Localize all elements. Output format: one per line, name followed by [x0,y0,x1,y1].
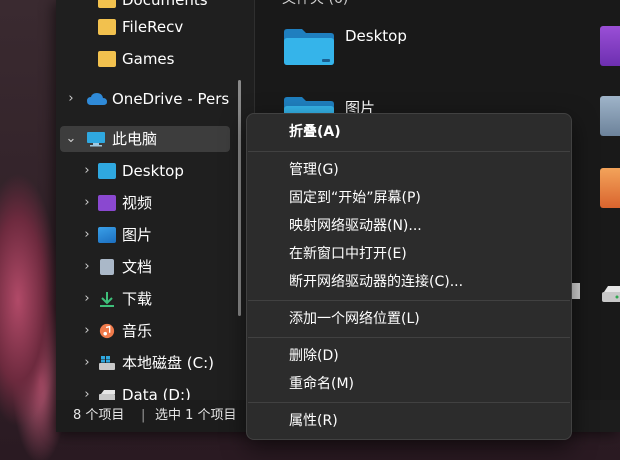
folder-label-desktop[interactable]: Desktop [345,27,407,45]
cloud-icon [87,93,107,105]
menu-item-properties[interactable]: 属性(R) [289,408,338,434]
context-menu: 折叠(A) 管理(G) 固定到“开始”屏幕(P) 映射网络驱动器(N)... 在… [246,113,572,440]
desktop-folder-icon[interactable] [282,26,336,66]
chevron-right-icon[interactable]: › [80,382,94,400]
windows-drive-icon [99,356,115,370]
nav-item-drive-d[interactable]: › Data (D:) [60,382,230,400]
music-icon [99,323,115,339]
nav-item-games[interactable]: Games [60,46,230,72]
status-selected-count: 选中 1 个项目 [155,408,237,423]
document-icon [100,259,114,275]
chevron-right-icon[interactable]: › [80,190,94,216]
hard-drive-icon [99,390,115,400]
nav-item-this-pc[interactable]: ⌄ 此电脑 [60,126,230,152]
nav-item-documents-lib[interactable]: › 文档 [60,254,230,280]
nav-item-music[interactable]: › 音乐 [60,318,230,344]
menu-item-pin-to-start[interactable]: 固定到“开始”屏幕(P) [289,185,421,211]
music-folder-icon[interactable] [600,168,620,208]
chevron-right-icon[interactable]: › [80,158,94,184]
videos-folder-icon[interactable] [600,26,620,66]
drive-d-icon[interactable] [600,284,620,304]
chevron-right-icon[interactable]: › [80,286,94,312]
chevron-down-icon[interactable]: ⌄ [64,126,78,152]
menu-separator [248,300,570,301]
menu-item-delete[interactable]: 删除(D) [289,343,339,369]
menu-item-map-network-drive[interactable]: 映射网络驱动器(N)... [289,213,422,239]
menu-item-manage[interactable]: 管理(G) [289,157,339,183]
chevron-right-icon[interactable]: › [80,318,94,344]
folder-icon [98,0,116,8]
chevron-right-icon[interactable]: › [80,222,94,248]
nav-scrollbar[interactable] [238,80,241,316]
menu-separator [248,151,570,152]
folder-icon [98,51,116,67]
status-divider: | [141,408,146,423]
nav-item-drive-c[interactable]: › 本地磁盘 (C:) [60,350,230,376]
menu-item-collapse[interactable]: 折叠(A) [289,119,341,145]
video-icon [98,195,116,211]
nav-item-filerecv[interactable]: FileRecv [60,14,230,40]
menu-item-add-network-location[interactable]: 添加一个网络位置(L) [289,306,420,332]
chevron-right-icon[interactable]: › [80,254,94,280]
status-item-count: 8 个项目 [73,408,125,423]
desktop-icon [98,163,116,179]
nav-item-onedrive[interactable]: › OneDrive - Personal [60,86,230,112]
nav-item-desktop[interactable]: › Desktop [60,158,230,184]
pictures-icon [98,227,116,243]
menu-separator [248,402,570,403]
nav-item-documents[interactable]: Documents [60,0,230,13]
menu-separator [248,337,570,338]
menu-item-rename[interactable]: 重命名(M) [289,371,354,397]
menu-item-open-new-window[interactable]: 在新窗口中打开(E) [289,241,407,267]
nav-item-pictures[interactable]: › 图片 [60,222,230,248]
menu-item-disconnect-network-drive[interactable]: 断开网络驱动器的连接(C)... [289,269,463,295]
download-icon [100,292,114,307]
nav-item-videos[interactable]: › 视频 [60,190,230,216]
chevron-right-icon[interactable]: › [64,86,78,112]
documents-folder-icon[interactable] [600,96,620,136]
section-header-folders[interactable]: 文件夹 (6) [282,0,348,8]
nav-item-downloads[interactable]: › 下载 [60,286,230,312]
computer-icon [87,132,105,147]
folder-icon [98,19,116,35]
chevron-right-icon[interactable]: › [80,350,94,376]
